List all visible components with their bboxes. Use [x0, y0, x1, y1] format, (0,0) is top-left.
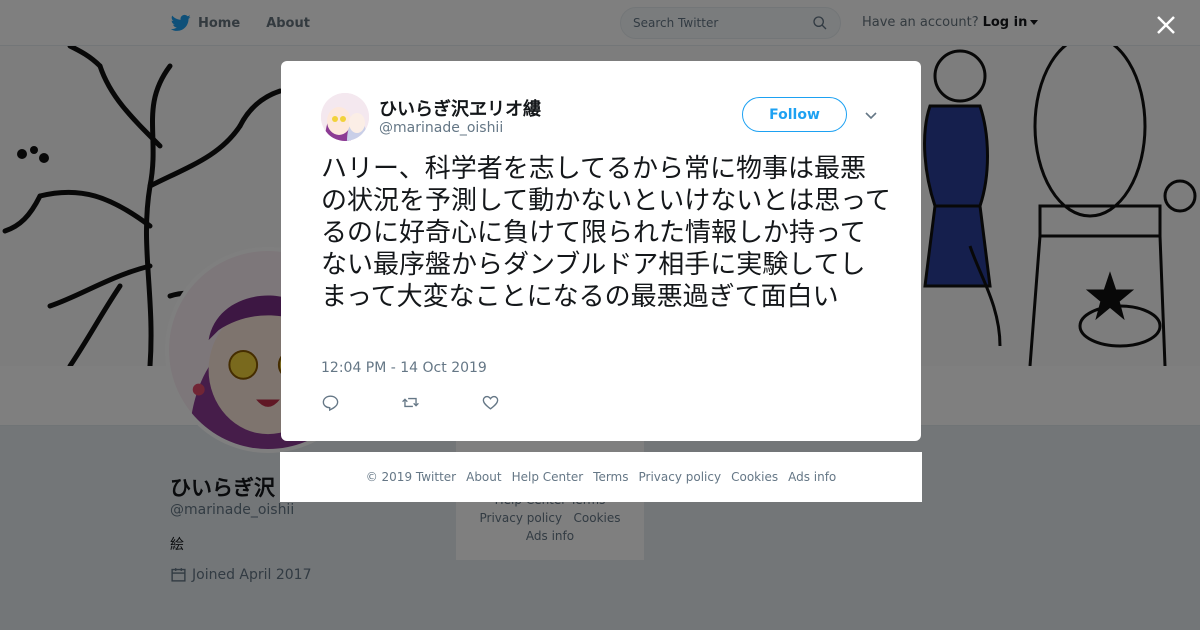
author-avatar-illustration [321, 93, 369, 141]
tweet-text: ハリー、科学者を志してるから常に物事は最悪の状況を予測して動かないといけないとは… [321, 154, 891, 312]
follow-button[interactable]: Follow [742, 97, 847, 132]
retweet-icon [402, 397, 419, 407]
tweet-actions [321, 391, 561, 413]
tweet-modal: ひいらぎ沢ヱリオ縷 @marinade_oishii Follow ハリー、科学… [281, 61, 921, 441]
footer-about-link[interactable]: About [466, 470, 501, 484]
footer-help-link[interactable]: Help Center [512, 470, 584, 484]
more-options-button[interactable] [863, 107, 879, 123]
footer-privacy-link[interactable]: Privacy policy [639, 470, 722, 484]
reply-button[interactable] [321, 391, 401, 413]
tweet-author-handle[interactable]: @marinade_oishii [379, 120, 503, 136]
copyright-text: © 2019 Twitter [365, 470, 457, 484]
footer-terms-link[interactable]: Terms [593, 470, 628, 484]
close-button[interactable] [1153, 12, 1179, 38]
like-button[interactable] [481, 391, 561, 413]
footer-cookies-link[interactable]: Cookies [731, 470, 778, 484]
heart-icon [482, 395, 499, 410]
chevron-down-icon [865, 112, 877, 120]
reply-icon [322, 394, 339, 411]
tweet-author-name[interactable]: ひいらぎ沢ヱリオ縷 [379, 95, 541, 121]
footer-ads-link[interactable]: Ads info [788, 470, 836, 484]
tweet-timestamp[interactable]: 12:04 PM - 14 Oct 2019 [321, 360, 487, 376]
close-icon [1157, 16, 1175, 34]
modal-footer: © 2019 Twitter About Help Center Terms P… [280, 452, 922, 502]
retweet-button[interactable] [401, 391, 481, 413]
tweet-author-avatar[interactable] [321, 93, 369, 141]
